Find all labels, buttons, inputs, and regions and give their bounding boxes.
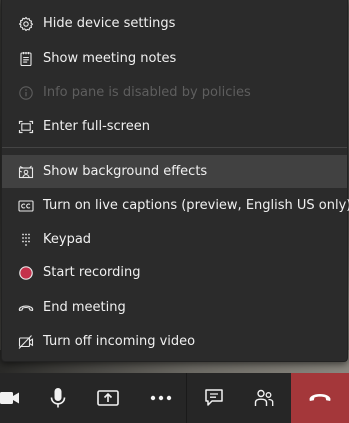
microphone-icon (50, 388, 66, 408)
toolbar-divider (186, 373, 187, 423)
closed-captions-icon (18, 198, 34, 214)
menu-item-turn-off-incoming-video[interactable]: Turn off incoming video (2, 325, 347, 358)
more-actions-icon (150, 395, 172, 401)
share-screen-button[interactable] (84, 373, 132, 423)
hang-up-button[interactable] (291, 373, 349, 423)
chat-button[interactable] (190, 373, 238, 423)
keypad-icon (18, 232, 34, 248)
call-toolbar (0, 373, 349, 423)
camera-button[interactable] (0, 373, 34, 423)
info-icon (18, 85, 34, 101)
menu-item-enter-full-screen[interactable]: Enter full-screen (2, 110, 347, 143)
menu-item-label: Show meeting notes (43, 50, 177, 66)
menu-item-info-pane-disabled: Info pane is disabled by policies (2, 76, 347, 109)
hang-up-icon (309, 394, 331, 401)
fullscreen-icon (18, 119, 34, 135)
notes-icon (18, 51, 34, 67)
participants-button[interactable] (240, 373, 288, 423)
chat-icon (205, 389, 223, 406)
menu-item-label: Keypad (43, 231, 92, 247)
video-off-icon (18, 334, 34, 350)
microphone-button[interactable] (34, 373, 82, 423)
camera-icon (0, 392, 19, 404)
participants-icon (254, 389, 274, 406)
menu-item-start-recording[interactable]: Start recording (2, 256, 347, 289)
more-actions-menu: Hide device settings Show meeting notes … (1, 0, 349, 362)
record-icon (18, 265, 34, 281)
menu-item-keypad[interactable]: Keypad (2, 223, 347, 256)
more-actions-button[interactable] (137, 373, 185, 423)
menu-item-hide-device-settings[interactable]: Hide device settings (2, 7, 347, 40)
menu-item-end-meeting[interactable]: End meeting (2, 291, 347, 324)
menu-item-label: Hide device settings (43, 15, 176, 31)
gear-icon (18, 16, 34, 32)
menu-divider (2, 147, 347, 148)
background-effects-icon (18, 164, 34, 180)
menu-item-label: End meeting (43, 299, 126, 315)
end-meeting-icon (18, 300, 34, 316)
menu-item-turn-on-live-captions[interactable]: Turn on live captions (preview, English … (2, 189, 349, 222)
menu-item-label: Show background effects (43, 163, 208, 179)
menu-item-label: Start recording (43, 264, 141, 280)
menu-item-label: Turn off incoming video (43, 333, 196, 349)
menu-item-label: Turn on live captions (preview, English … (43, 197, 349, 213)
menu-item-show-background-effects[interactable]: Show background effects (2, 155, 347, 188)
menu-item-label: Enter full-screen (43, 118, 150, 134)
menu-item-show-meeting-notes[interactable]: Show meeting notes (2, 42, 347, 75)
menu-item-label: Info pane is disabled by policies (43, 84, 251, 100)
share-screen-icon (97, 390, 119, 406)
